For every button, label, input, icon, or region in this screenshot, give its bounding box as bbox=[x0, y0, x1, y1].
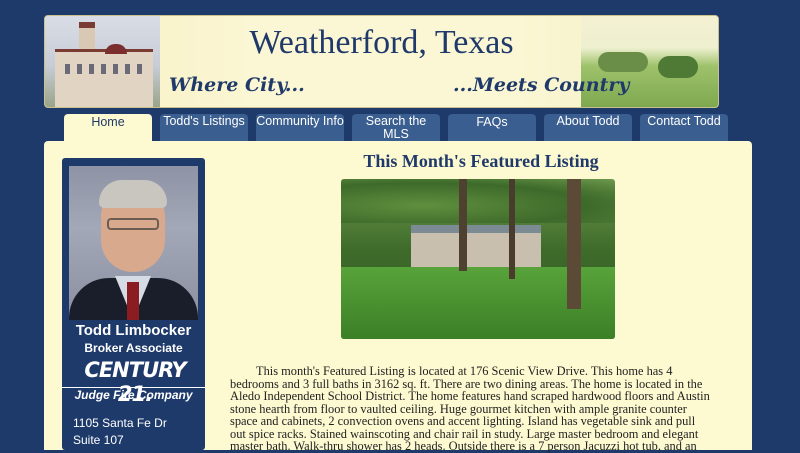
tab-todds-listings[interactable]: Todd's Listings bbox=[160, 114, 248, 142]
courthouse-window bbox=[65, 64, 70, 74]
tab-faqs[interactable]: FAQs bbox=[448, 114, 536, 142]
tab-search-mls[interactable]: Search the MLS bbox=[352, 114, 440, 142]
courthouse-window bbox=[137, 64, 142, 74]
agent-name: Todd Limbocker bbox=[75, 322, 192, 339]
address-line1: 1105 Santa Fe Dr bbox=[73, 416, 167, 430]
company-name: Judge Fite Company bbox=[62, 387, 205, 402]
header-banner: Weatherford, Texas Where City... ...Meet… bbox=[44, 15, 719, 108]
tab-home[interactable]: Home bbox=[64, 114, 152, 142]
tab-about-todd[interactable]: About Todd bbox=[544, 114, 632, 142]
photo-glasses bbox=[107, 218, 159, 230]
tagline-right: ...Meets Country bbox=[453, 74, 630, 96]
courthouse-window bbox=[125, 64, 130, 74]
courthouse-window bbox=[113, 64, 118, 74]
site-title: Weatherford, Texas bbox=[249, 24, 514, 61]
listing-description: This month's Featured Listing is located… bbox=[230, 364, 710, 453]
content-panel: Todd Limbocker Broker Associate CENTURY … bbox=[44, 141, 752, 453]
tagline-left: Where City... bbox=[169, 74, 305, 96]
photo-tie bbox=[127, 282, 139, 320]
photo-tree-trunk bbox=[509, 179, 515, 279]
courthouse-window bbox=[101, 64, 106, 74]
featured-listing-title: This Month's Featured Listing bbox=[363, 151, 599, 171]
address-line2: Suite 107 bbox=[73, 433, 124, 447]
tab-community-info[interactable]: Community Info bbox=[256, 114, 344, 142]
agent-sidebar: Todd Limbocker Broker Associate CENTURY … bbox=[62, 158, 205, 450]
courthouse-window bbox=[77, 64, 82, 74]
featured-listing-photo bbox=[341, 179, 615, 339]
agent-title: Broker Associate bbox=[84, 341, 183, 355]
photo-hair bbox=[99, 180, 167, 208]
photo-house bbox=[411, 225, 541, 273]
photo-tree-trunk bbox=[567, 179, 581, 309]
agent-photo bbox=[69, 166, 198, 320]
main-nav: Home Todd's Listings Community Info Sear… bbox=[64, 114, 744, 142]
photo-tree-trunk bbox=[459, 179, 467, 271]
courthouse-window bbox=[89, 64, 94, 74]
tab-contact-todd[interactable]: Contact Todd bbox=[640, 114, 728, 142]
